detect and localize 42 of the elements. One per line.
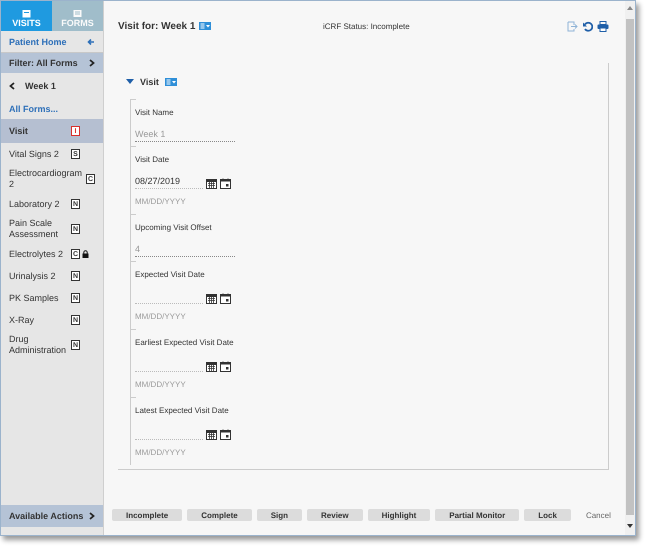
calendar-today-icon[interactable] <box>220 293 231 304</box>
calendar-today-icon[interactable] <box>220 178 231 189</box>
crf-status: iCRF Status: Incomplete <box>323 22 411 30</box>
chevron-right-icon <box>89 512 95 520</box>
action-button[interactable]: Review <box>307 509 363 521</box>
field-label: Visit Name <box>135 108 175 117</box>
page-title: Visit for: Week 1 <box>118 20 196 32</box>
cancel-link[interactable]: Cancel <box>576 510 621 520</box>
section-toggle[interactable]: Visit <box>126 77 159 87</box>
date-format-hint: MM/DD/YYYY <box>135 448 187 457</box>
caret-down-icon <box>126 79 134 85</box>
field-label: Upcoming Visit Offset <box>135 223 213 232</box>
print-icon[interactable] <box>597 20 609 32</box>
filter-bar[interactable]: Filter: All Forms <box>1 53 103 73</box>
scroll-thumb[interactable] <box>626 19 634 515</box>
action-button[interactable]: Sign <box>256 509 302 521</box>
action-button[interactable]: Complete <box>187 509 252 521</box>
field-label: Visit Date <box>135 155 170 164</box>
week-nav[interactable]: Week 1 <box>1 73 103 99</box>
field-label: Latest Expected Visit Date <box>135 406 230 415</box>
date-format-hint: MM/DD/YYYY <box>135 380 187 389</box>
field-label: Expected Visit Date <box>135 270 206 279</box>
action-button[interactable]: Partial Monitor <box>435 509 520 521</box>
form-menu-icon[interactable] <box>164 78 177 86</box>
action-button[interactable]: Lock <box>524 509 571 521</box>
date-format-hint: MM/DD/YYYY <box>135 312 187 321</box>
date-format-hint: MM/DD/YYYY <box>135 197 187 206</box>
chevron-left-icon <box>9 82 15 90</box>
action-button[interactable]: Incomplete <box>112 509 182 521</box>
available-actions-bar[interactable]: Available Actions <box>1 505 103 527</box>
all-forms-link[interactable]: All Forms... <box>1 99 103 119</box>
field-label: Earliest Expected Visit Date <box>135 338 235 347</box>
date-field[interactable]: 08/27/2019 <box>135 176 203 189</box>
chevron-right-icon <box>89 59 95 67</box>
undo-icon[interactable] <box>582 20 593 32</box>
calendar-today-icon[interactable] <box>220 429 231 440</box>
back-arrow-icon <box>87 38 95 46</box>
form-menu-icon[interactable] <box>199 22 212 30</box>
scroll-down-icon[interactable] <box>627 523 633 529</box>
scroll-up-icon[interactable] <box>627 5 633 11</box>
action-button[interactable]: Highlight <box>368 509 430 521</box>
calendar-today-icon[interactable] <box>220 361 231 372</box>
